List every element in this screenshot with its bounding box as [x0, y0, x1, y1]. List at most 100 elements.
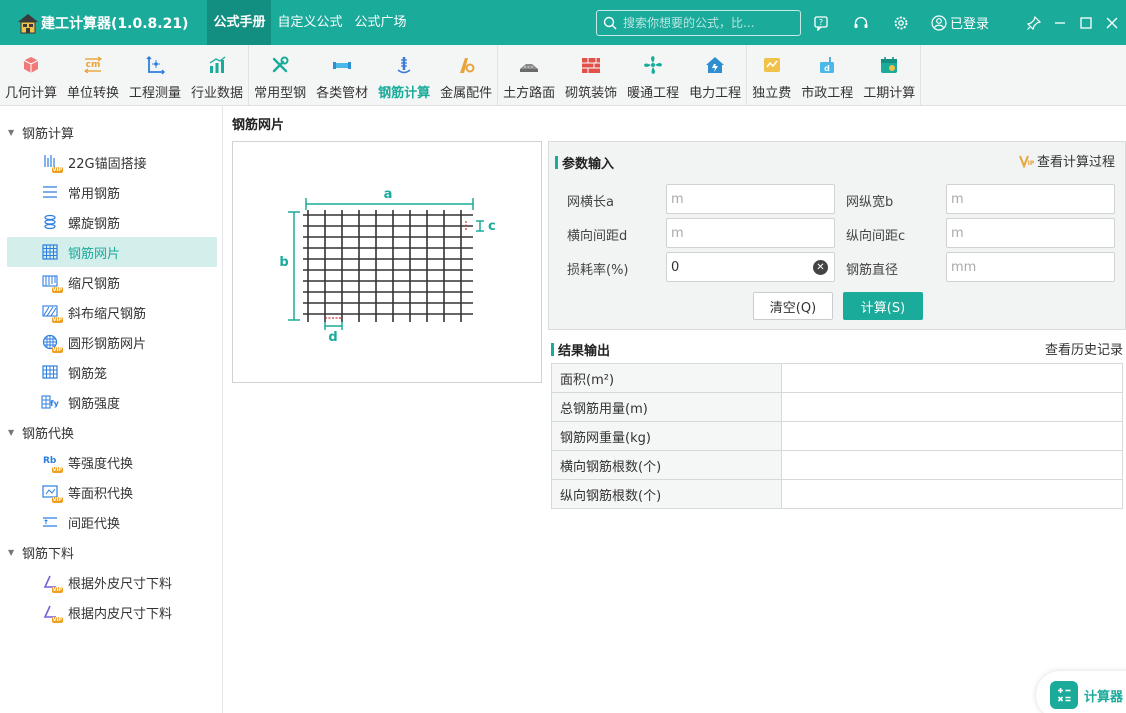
rebar-lines-icon: [41, 183, 59, 201]
param-section-title: 参数输入: [555, 153, 614, 172]
svg-text:Rb: Rb: [43, 456, 57, 466]
login-label: 已登录: [950, 17, 990, 32]
mesh-icon: [41, 243, 59, 261]
calculator-icon: [1050, 681, 1078, 709]
power-house-icon: [704, 54, 726, 76]
strength-icon: fy: [41, 393, 59, 411]
loss-rate-input[interactable]: [667, 253, 834, 281]
tool-independent-fee[interactable]: 独立费: [747, 45, 796, 105]
length-a-input[interactable]: [667, 185, 834, 213]
tool-group-basic: 几何计算 cm 单位转换 工程测量 行业数据: [0, 45, 250, 106]
sidebar-item-rebar-strength[interactable]: fy 钢筋强度: [7, 387, 217, 417]
result-label-vertical-count: 纵向钢筋根数(个): [551, 479, 782, 509]
sidebar-item-oblique-taper-rebar[interactable]: VIP 斜布缩尺钢筋: [7, 297, 217, 327]
view-calc-process-link[interactable]: IP 查看计算过程: [1019, 151, 1115, 170]
sidebar-item-equal-area[interactable]: VIP 等面积代换: [7, 477, 217, 507]
sidebar-item-spacing-substitute[interactable]: 间距代换: [7, 507, 217, 537]
minimize-icon[interactable]: [1051, 14, 1069, 32]
search-icon: [603, 16, 617, 30]
app-logo-icon: [18, 13, 38, 33]
oblique-rebar-icon: VIP: [41, 303, 63, 323]
tool-geometry[interactable]: 几何计算: [0, 45, 62, 105]
headset-icon[interactable]: [852, 14, 870, 32]
fan-icon: [642, 54, 664, 76]
sidebar-item-rebar-mesh[interactable]: 钢筋网片: [7, 237, 217, 267]
municipal-icon: d: [816, 54, 838, 76]
mesh-diagram: a b c d: [232, 141, 542, 383]
floating-calculator-button[interactable]: 计算器: [1036, 671, 1126, 713]
tool-metal-fitting[interactable]: 金属配件: [435, 45, 497, 105]
dim-label-b: b: [279, 255, 288, 270]
tool-survey[interactable]: 工程测量: [124, 45, 186, 105]
sidebar-item-rebar-cage[interactable]: 钢筋笼: [7, 357, 217, 387]
spacing-d-input[interactable]: [667, 219, 834, 247]
tab-custom-formula[interactable]: 自定义公式: [271, 0, 348, 45]
feedback-icon[interactable]: ?: [812, 14, 830, 32]
tool-masonry[interactable]: 砌筑装饰: [560, 45, 622, 105]
maximize-icon[interactable]: [1077, 14, 1095, 32]
sidebar: ▼ 钢筋计算 VIP 22G锚固搭接 常用钢筋 螺旋钢筋 钢筋网片 VIP 缩尺…: [0, 106, 223, 713]
sidebar-group-rebar-cutting[interactable]: ▼ 钢筋下料: [0, 537, 222, 567]
circle-mesh-icon: VIP: [41, 333, 63, 353]
taper-rebar-icon: VIP: [41, 273, 63, 293]
result-label-horizontal-count: 横向钢筋根数(个): [551, 450, 782, 480]
field-label-spacing-d: 横向间距d: [567, 229, 628, 244]
clear-button[interactable]: 清空(Q): [753, 292, 833, 320]
view-history-link[interactable]: 查看历史记录: [1045, 339, 1123, 358]
sidebar-item-outer-size-cutting[interactable]: VIP 根据外皮尺寸下料: [7, 567, 217, 597]
sidebar-item-common-rebar[interactable]: 常用钢筋: [7, 177, 217, 207]
nav-tabs: 公式手册 自定义公式 公式广场: [207, 0, 412, 45]
fee-icon: [761, 54, 783, 76]
axis-measure-icon: [144, 54, 166, 76]
brick-icon: [580, 54, 602, 76]
tool-pipes[interactable]: 各类管材: [311, 45, 373, 105]
table-row: 总钢筋用量(m): [551, 392, 1123, 422]
tab-formula-square[interactable]: 公式广场: [349, 0, 413, 45]
road-icon: [518, 54, 540, 76]
tool-municipal[interactable]: d 市政工程: [796, 45, 858, 105]
close-icon[interactable]: [1103, 14, 1121, 32]
spacing-c-input[interactable]: [947, 219, 1114, 247]
login-status[interactable]: 已登录: [931, 13, 989, 32]
tool-earthwork[interactable]: 土方路面: [498, 45, 560, 105]
user-icon: [931, 14, 947, 31]
diameter-input[interactable]: [947, 253, 1114, 281]
sidebar-item-inner-size-cutting[interactable]: VIP 根据内皮尺寸下料: [7, 597, 217, 627]
tool-duration[interactable]: 工期计算: [858, 45, 920, 105]
calculate-button[interactable]: 计算(S): [843, 292, 923, 320]
bar-chart-icon: [206, 54, 228, 76]
clear-input-icon[interactable]: ✕: [813, 260, 828, 275]
inner-size-icon: VIP: [41, 603, 63, 623]
table-row: 纵向钢筋根数(个): [551, 479, 1123, 509]
pin-icon[interactable]: [1025, 14, 1043, 32]
result-value-horizontal-count: [781, 450, 1123, 480]
tool-industry-data[interactable]: 行业数据: [186, 45, 248, 105]
tool-power[interactable]: 电力工程: [684, 45, 746, 105]
tab-formula-manual[interactable]: 公式手册: [207, 0, 272, 45]
spacing-icon: [41, 513, 59, 531]
sidebar-group-rebar-calc[interactable]: ▼ 钢筋计算: [0, 117, 222, 147]
sidebar-item-spiral-rebar[interactable]: 螺旋钢筋: [7, 207, 217, 237]
equal-strength-icon: Rb VIP: [43, 456, 63, 473]
gear-icon[interactable]: [892, 14, 910, 32]
outer-size-icon: VIP: [41, 573, 63, 593]
svg-text:fy: fy: [50, 399, 59, 408]
tool-section-steel[interactable]: 常用型钢: [249, 45, 311, 105]
dim-label-d: d: [328, 330, 337, 345]
vip-icon: IP: [1019, 155, 1035, 168]
sidebar-item-circle-mesh[interactable]: VIP 圆形钢筋网片: [7, 327, 217, 357]
sidebar-item-anchor-lap[interactable]: VIP 22G锚固搭接: [7, 147, 217, 177]
tool-rebar[interactable]: 钢筋计算: [373, 45, 435, 105]
tool-hvac[interactable]: 暖通工程: [622, 45, 684, 105]
sidebar-item-taper-rebar[interactable]: VIP 缩尺钢筋: [7, 267, 217, 297]
svg-text:d: d: [824, 64, 830, 73]
anchor-lap-icon: VIP: [41, 153, 63, 173]
search-input[interactable]: [623, 16, 793, 30]
sidebar-group-rebar-substitute[interactable]: ▼ 钢筋代换: [0, 417, 222, 447]
width-b-input[interactable]: [947, 185, 1114, 213]
sidebar-item-equal-strength[interactable]: Rb VIP 等强度代换: [7, 447, 217, 477]
param-input-panel: 参数输入 IP 查看计算过程 网横长a 网纵宽b 横向间距d 纵向间距c 损耗率…: [548, 141, 1126, 330]
table-row: 钢筋网重量(kg): [551, 421, 1123, 451]
tool-unit-convert[interactable]: cm 单位转换: [62, 45, 124, 105]
svg-text:?: ?: [819, 18, 823, 27]
